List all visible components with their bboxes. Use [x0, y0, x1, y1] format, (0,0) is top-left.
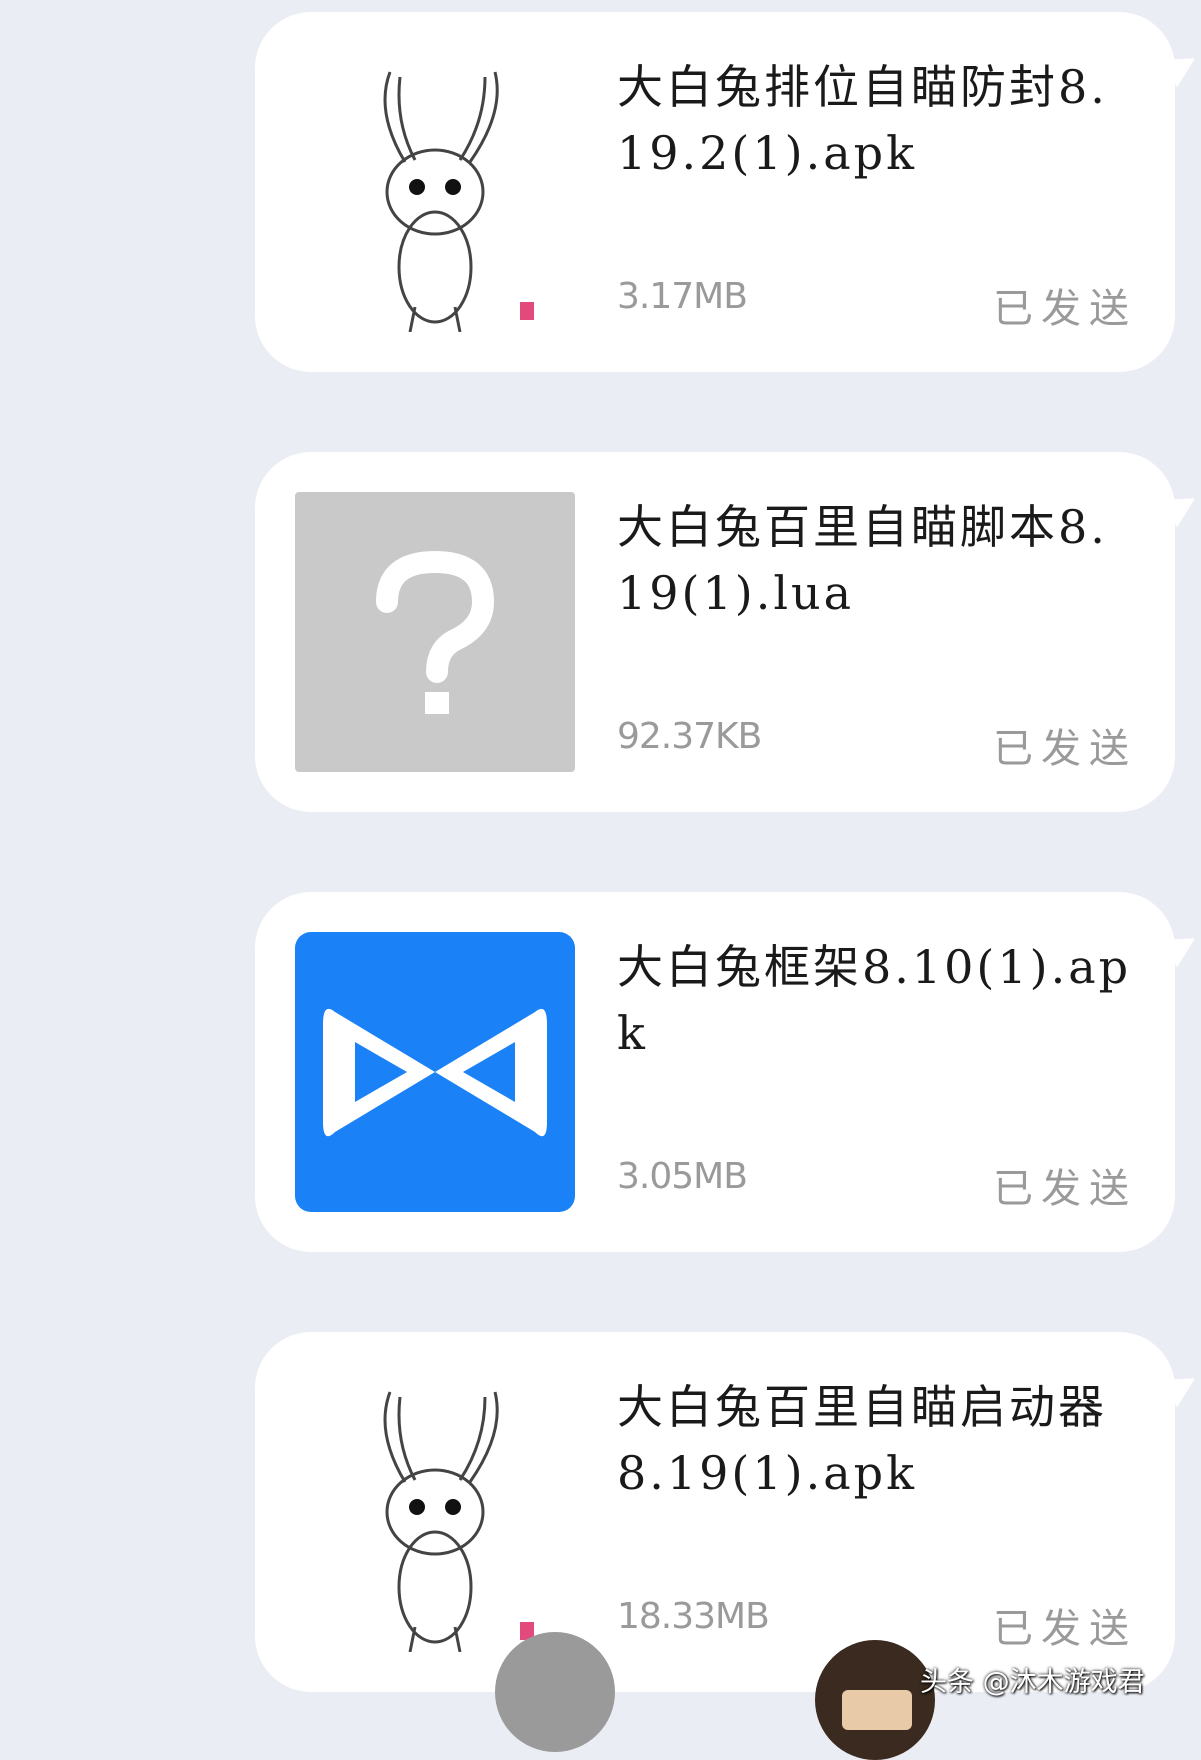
file-name: 大白兔排位自瞄防封8.19.2(1).apk — [617, 60, 1108, 180]
send-status: 已发送 — [993, 1606, 1137, 1652]
unknown-file-icon — [295, 492, 575, 772]
app-bowtie-icon — [295, 932, 575, 1212]
file-size: 3.17MB — [617, 276, 748, 317]
file-message-4[interactable]: 大白兔百里自瞄启动器8.19(1).apk 18.33MB 已发送 — [255, 1332, 1201, 1692]
send-status: 已发送 — [993, 286, 1137, 332]
file-size: 3.05MB — [617, 1156, 748, 1197]
bubble-tail — [1161, 1364, 1201, 1408]
send-status: 已发送 — [993, 726, 1137, 772]
bubble-tail — [1161, 924, 1201, 968]
file-message-3[interactable]: 大白兔框架8.10(1).apk 3.05MB 已发送 — [255, 892, 1201, 1252]
file-name: 大白兔框架8.10(1).apk — [617, 940, 1132, 1060]
file-size: 18.33MB — [617, 1596, 770, 1637]
file-name: 大白兔百里自瞄启动器8.19(1).apk — [617, 1380, 1107, 1500]
bubble-tail — [1161, 44, 1201, 88]
rabbit-thumbnail-icon — [295, 1372, 575, 1653]
file-message-2[interactable]: 大白兔百里自瞄脚本8.19(1).lua 92.37KB 已发送 — [255, 452, 1201, 812]
avatar-gray-hair — [495, 1632, 615, 1752]
send-status: 已发送 — [993, 1166, 1137, 1212]
bubble-tail — [1161, 484, 1201, 528]
file-message-1[interactable]: 大白兔排位自瞄防封8.19.2(1).apk 3.17MB 已发送 — [255, 12, 1201, 372]
rabbit-thumbnail-icon — [295, 52, 575, 333]
watermark-text: 头条 @沐木游戏君 — [920, 1667, 1145, 1698]
file-name: 大白兔百里自瞄脚本8.19(1).lua — [617, 500, 1108, 620]
avatar-face — [842, 1690, 912, 1730]
file-size: 92.37KB — [617, 716, 762, 757]
